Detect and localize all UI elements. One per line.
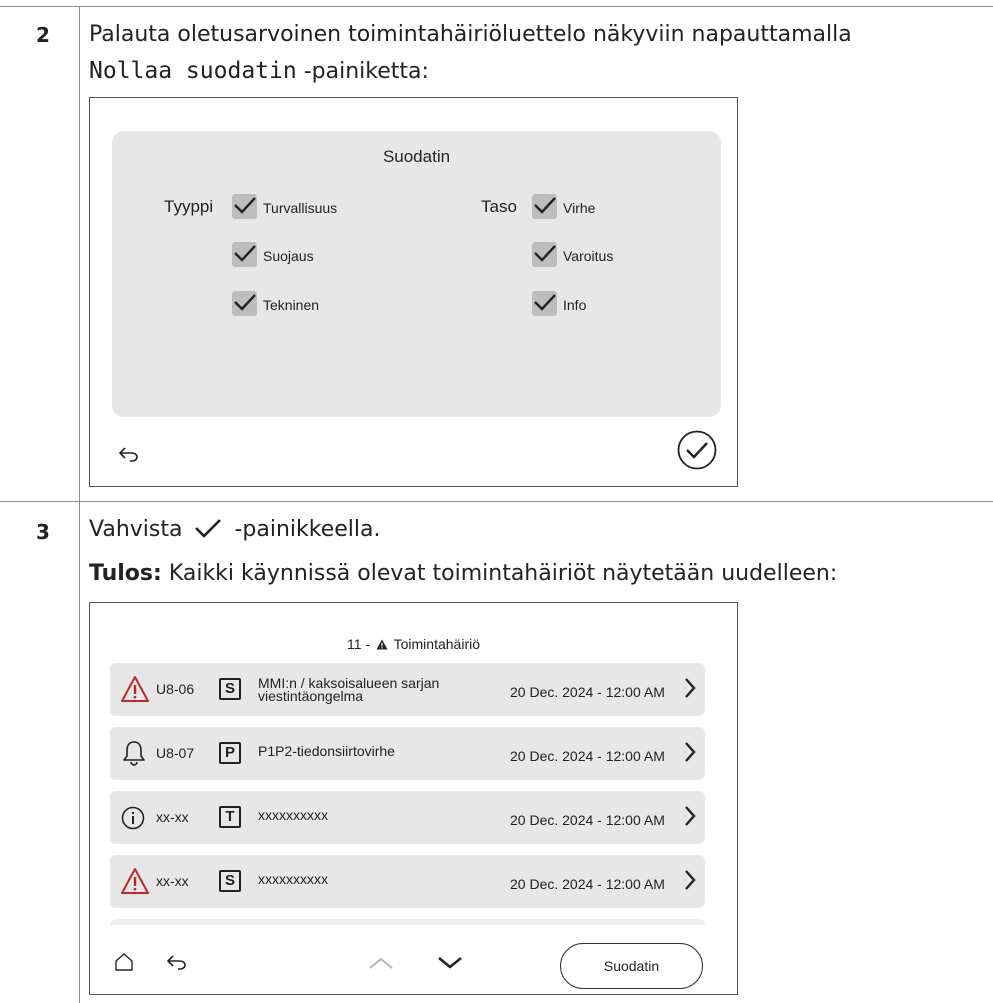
list-item[interactable]: xx-xx S xxxxxxxxxx 20 Dec. 2024 - 12:00 …	[110, 855, 705, 908]
check-circle-icon[interactable]	[677, 430, 717, 470]
table-column-divider	[79, 6, 80, 1003]
warning-triangle-icon	[376, 639, 388, 650]
type-option-label: Tekninen	[263, 297, 320, 313]
chevron-up-icon[interactable]	[368, 956, 394, 970]
description-line: viestintäongelma	[258, 688, 364, 704]
checkmark-icon	[195, 519, 222, 538]
bell-icon	[123, 741, 145, 766]
malfunction-code: U8-07	[156, 745, 195, 761]
level-option-label: Varoitus	[563, 248, 614, 264]
checkmark-icon	[534, 197, 556, 214]
reset-filter-code: Nollaa suodatin	[89, 58, 297, 84]
step-text: Palauta oletusarvoinen toimintahäiriölue…	[89, 22, 852, 47]
type-checkbox-tekninen[interactable]	[232, 291, 257, 316]
chevron-right-icon	[685, 806, 696, 826]
malfunction-list-title: 11 - Toimintahäiriö	[90, 636, 737, 652]
step-number: 3	[36, 520, 50, 544]
warning-triangle-icon	[121, 868, 149, 894]
step-instruction-line2: Nollaa suodatin -painiketta:	[89, 56, 429, 87]
level-option-label: Info	[563, 297, 587, 313]
category-badge: P	[219, 742, 241, 764]
step-number: 2	[36, 23, 50, 47]
back-arrow-icon[interactable]	[118, 446, 140, 462]
malfunction-screen: 11 - Toimintahäiriö U8-06 S MMI:n / kaks…	[89, 602, 738, 995]
step-instruction: Vahvista -painikkeella.	[89, 515, 381, 545]
chevron-right-icon	[685, 678, 696, 698]
filter-screen: Suodatin Tyyppi Taso Turvallisuus Suojau…	[89, 97, 738, 487]
category-badge: S	[219, 870, 241, 892]
step-text-after: -painikkeella.	[234, 517, 381, 542]
table-row-divider	[0, 501, 993, 502]
malfunction-description: MMI:n / kaksoisalueen sarjan viestintäon…	[258, 676, 439, 704]
chevron-down-icon[interactable]	[437, 956, 463, 970]
warning-triangle-icon	[121, 676, 149, 702]
list-item-partial	[110, 919, 705, 925]
malfunction-code: U8-06	[156, 681, 195, 697]
level-checkbox-info[interactable]	[532, 291, 557, 316]
level-option-label: Virhe	[563, 200, 596, 216]
result-label: Tulos:	[89, 561, 162, 586]
malfunction-title: Toimintahäiriö	[393, 636, 480, 652]
step-text-after: -painiketta:	[303, 59, 429, 84]
filter-title: Suodatin	[382, 147, 451, 166]
table-top-border	[0, 6, 993, 7]
description-line: xxxxxxxxxx	[258, 807, 328, 823]
chevron-right-icon	[685, 742, 696, 762]
list-item[interactable]: U8-07 P P1P2-tiedonsiirtovirhe 20 Dec. 2…	[110, 727, 705, 780]
description-line: xxxxxxxxxx	[258, 871, 328, 887]
malfunction-code: xx-xx	[156, 809, 189, 825]
result-line: Tulos: Kaikki käynnissä olevat toimintah…	[89, 559, 837, 589]
malfunction-count: 11 -	[347, 636, 371, 652]
malfunction-date: 20 Dec. 2024 - 12:00 AM	[510, 684, 665, 700]
malfunction-date: 20 Dec. 2024 - 12:00 AM	[510, 748, 665, 764]
malfunction-date: 20 Dec. 2024 - 12:00 AM	[510, 812, 665, 828]
type-label: Tyyppi	[164, 197, 214, 216]
type-option-label: Suojaus	[263, 248, 314, 264]
malfunction-description: xxxxxxxxxx	[258, 807, 328, 823]
checkmark-icon	[234, 294, 256, 311]
chevron-right-icon	[685, 870, 696, 890]
step-text: Vahvista	[89, 517, 183, 542]
malfunction-description: xxxxxxxxxx	[258, 871, 328, 887]
info-circle-icon	[121, 806, 145, 830]
level-checkbox-varoitus[interactable]	[532, 242, 557, 267]
checkmark-icon	[234, 245, 256, 262]
type-option-label: Turvallisuus	[263, 200, 338, 216]
level-checkbox-virhe[interactable]	[532, 194, 557, 219]
category-badge: S	[219, 678, 241, 700]
list-item[interactable]: xx-xx T xxxxxxxxxx 20 Dec. 2024 - 12:00 …	[110, 791, 705, 844]
checkmark-icon	[234, 197, 256, 214]
description-line: P1P2-tiedonsiirtovirhe	[258, 743, 395, 759]
instruction-table: 2 Palauta oletusarvoinen toimintahäiriöl…	[0, 0, 993, 1003]
type-checkbox-turvallisuus[interactable]	[232, 194, 257, 219]
home-icon[interactable]	[114, 952, 134, 972]
malfunction-description: P1P2-tiedonsiirtovirhe	[258, 743, 395, 759]
malfunction-date: 20 Dec. 2024 - 12:00 AM	[510, 876, 665, 892]
type-checkbox-suojaus[interactable]	[232, 242, 257, 267]
filter-panel: Suodatin Tyyppi Taso Turvallisuus Suojau…	[112, 131, 721, 417]
step-instruction: Palauta oletusarvoinen toimintahäiriölue…	[89, 20, 852, 50]
list-item[interactable]: U8-06 S MMI:n / kaksoisalueen sarjan vie…	[110, 663, 705, 716]
malfunction-code: xx-xx	[156, 873, 189, 889]
filter-button[interactable]: Suodatin	[560, 943, 703, 989]
back-arrow-icon[interactable]	[166, 954, 188, 970]
category-badge: T	[219, 806, 241, 828]
checkmark-icon	[534, 245, 556, 262]
level-label: Taso	[481, 197, 517, 216]
checkmark-icon	[534, 294, 556, 311]
result-text: Kaikki käynnissä olevat toimintahäiriöt …	[168, 561, 838, 586]
